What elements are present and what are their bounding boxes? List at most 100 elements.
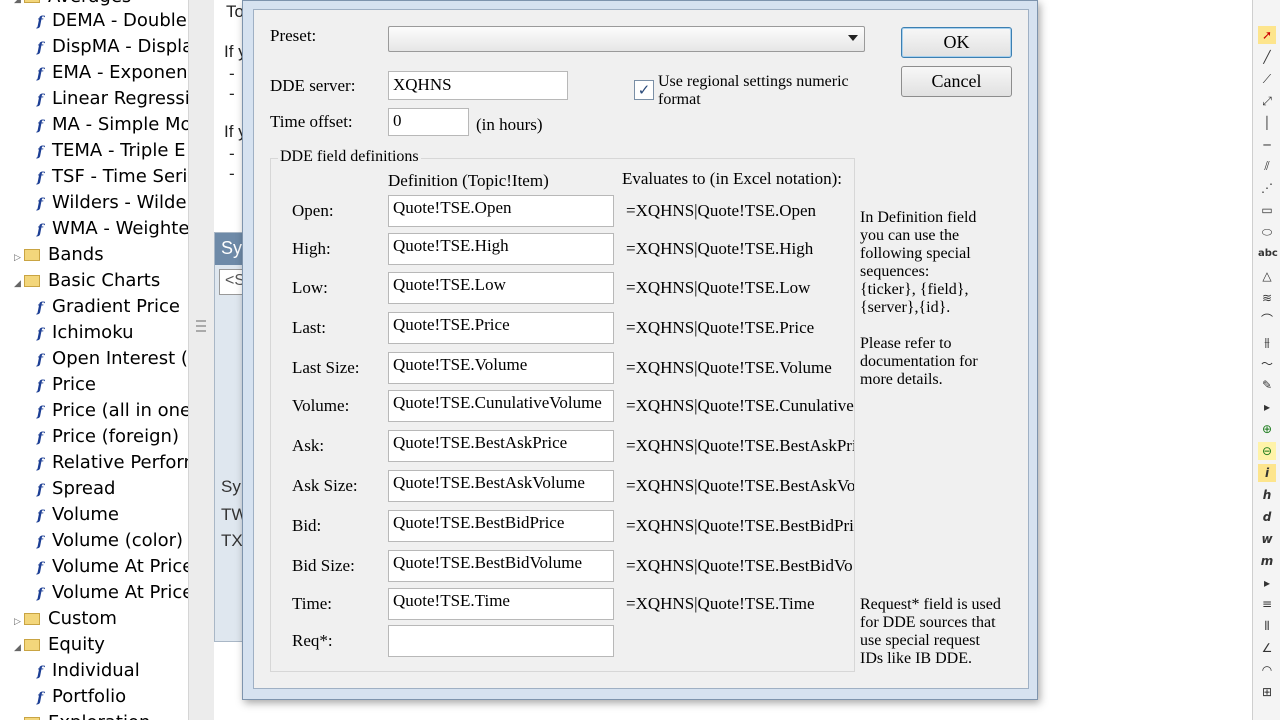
tree-item-label: Open Interest (f	[52, 348, 188, 369]
vertical-grid-icon[interactable]: ⦀	[1258, 617, 1276, 635]
tree-folder[interactable]: ◢ Basic Charts	[0, 268, 160, 294]
tree-item[interactable]: f MA - Simple Mo	[0, 112, 188, 138]
tree-item[interactable]: f Individual	[0, 658, 140, 684]
tree-item[interactable]: f Portfolio	[0, 684, 126, 710]
formula-icon: f	[37, 300, 44, 316]
zoom-in-icon[interactable]: ⊕	[1258, 420, 1276, 438]
tree-item[interactable]: f Volume	[0, 502, 119, 528]
table-icon[interactable]: ⊞	[1258, 683, 1276, 701]
tree-item[interactable]: f Volume At Price	[0, 580, 188, 606]
regional-settings-checkbox[interactable]: ✓	[634, 80, 654, 100]
tree-item[interactable]: f Relative Perforn	[0, 450, 188, 476]
more-icon[interactable]: ▸	[1258, 398, 1276, 416]
symbol-row[interactable]: TX	[221, 531, 243, 551]
definition-column-header: Definition (Topic!Item)	[388, 171, 549, 190]
preset-dropdown[interactable]	[388, 26, 865, 52]
tree-item[interactable]: f Volume At Price	[0, 554, 188, 580]
tree-item[interactable]: f Spread	[0, 476, 115, 502]
more-icon[interactable]: ▸	[1258, 574, 1276, 592]
evaluates-value: =XQHNS|Quote!TSE.Low	[626, 278, 811, 297]
zoom-out-icon[interactable]: ⊖	[1258, 442, 1276, 461]
definition-input[interactable]: Quote!TSE.Low	[388, 272, 614, 304]
tree-folder[interactable]: ▷ Custom	[0, 606, 117, 632]
weekly-icon[interactable]: w	[1258, 530, 1276, 548]
tree-item[interactable]: f Price (all in one	[0, 398, 188, 424]
field-label: Bid:	[292, 516, 322, 535]
definition-input[interactable]: Quote!TSE.Volume	[388, 352, 614, 384]
definition-input[interactable]: Quote!TSE.CunulativeVolume	[388, 390, 614, 422]
definition-input[interactable]: Quote!TSE.Time	[388, 588, 614, 620]
horizontal-grid-icon[interactable]: ≡	[1258, 595, 1276, 613]
monthly-icon[interactable]: m	[1258, 552, 1276, 570]
parallel-lines-icon[interactable]: ⫽	[1258, 157, 1276, 175]
vertical-line-icon[interactable]: │	[1258, 114, 1276, 132]
note-line: sequences:	[860, 263, 930, 280]
definition-input[interactable]: Quote!TSE.BestAskPrice	[388, 430, 614, 462]
note-line: Request* field is used	[860, 596, 1001, 613]
tree-item[interactable]: f DispMA - Displa	[0, 34, 188, 60]
info-icon[interactable]: i	[1258, 464, 1276, 482]
tree-folder[interactable]: ▷ Bands	[0, 242, 104, 268]
time-offset-unit: (in hours)	[476, 115, 543, 134]
daily-icon[interactable]: d	[1258, 508, 1276, 526]
cancel-button[interactable]: Cancel	[901, 66, 1012, 97]
time-offset-input[interactable]: 0	[388, 108, 469, 136]
definition-input[interactable]: Quote!TSE.High	[388, 233, 614, 265]
tree-item-label: Volume (color)	[52, 530, 184, 551]
extended-line-icon[interactable]: ⤢	[1258, 92, 1276, 110]
tree-item[interactable]: f Price	[0, 372, 96, 398]
field-label: Ask Size:	[292, 476, 358, 495]
definition-input[interactable]	[388, 625, 614, 657]
text-icon[interactable]: abc	[1258, 245, 1278, 263]
select-arrow-icon[interactable]: ➚	[1258, 26, 1276, 44]
tree-item[interactable]: f DEMA - Double	[0, 8, 187, 34]
tree-item[interactable]: f WMA - Weighte	[0, 216, 188, 242]
tree-item[interactable]: f TEMA - Triple E	[0, 138, 186, 164]
tree-item[interactable]: f TSF - Time Serie	[0, 164, 188, 190]
tree-item[interactable]: f EMA - Exponent	[0, 60, 188, 86]
tree-item[interactable]: f Ichimoku	[0, 320, 133, 346]
triangle-icon[interactable]: △	[1258, 267, 1276, 285]
tree-folder-label: Exploration	[48, 712, 150, 720]
tree-item-label: Price (all in one	[52, 400, 188, 421]
polyline-icon[interactable]: 〜	[1258, 355, 1276, 373]
tree-item[interactable]: f Volume (color)	[0, 528, 183, 554]
tree-item[interactable]: f Wilders - Wilde	[0, 190, 187, 216]
gann-fan-icon[interactable]: ≋	[1258, 289, 1276, 307]
fibonacci-fan-icon[interactable]: ⋰	[1258, 179, 1276, 197]
definition-input[interactable]: Quote!TSE.BestAskVolume	[388, 470, 614, 502]
dde-server-input[interactable]: XQHNS	[388, 71, 568, 100]
tree-item[interactable]: f Gradient Price	[0, 294, 180, 320]
definition-input[interactable]: Quote!TSE.BestBidVolume	[388, 550, 614, 582]
definition-input[interactable]: Quote!TSE.Price	[388, 312, 614, 344]
definition-input[interactable]: Quote!TSE.BestBidPrice	[388, 510, 614, 542]
arc-tool-icon[interactable]: ◠	[1258, 661, 1276, 679]
regional-settings-label[interactable]: Use regional settings numeric	[658, 73, 849, 91]
arc-icon[interactable]: ⌒	[1258, 311, 1276, 329]
folder-icon	[24, 639, 40, 651]
chevron-down-icon[interactable]: ◢	[14, 713, 24, 720]
ellipse-icon[interactable]: ⬭	[1258, 223, 1276, 241]
tree-folder[interactable]: ◢ Exploration	[0, 710, 150, 720]
definition-input[interactable]: Quote!TSE.Open	[388, 195, 614, 227]
formula-icon: f	[37, 170, 44, 186]
rectangle-icon[interactable]: ▭	[1258, 201, 1276, 219]
pencil-icon[interactable]: ✎	[1258, 376, 1276, 394]
regional-settings-label[interactable]: format	[658, 91, 701, 109]
tree-item[interactable]: f Linear Regressio	[0, 86, 188, 112]
cycle-lines-icon[interactable]: ⫵	[1258, 333, 1276, 351]
horizontal-line-icon[interactable]: ─	[1258, 136, 1276, 154]
tree-item[interactable]: f Open Interest (f	[0, 346, 188, 372]
ray-icon[interactable]: ⟋	[1258, 70, 1276, 88]
hourly-icon[interactable]: h	[1258, 486, 1276, 504]
tree-item-label: Volume At Price	[52, 556, 188, 577]
evaluates-value: =XQHNS|Quote!TSE.BestBidVo	[626, 556, 853, 575]
ok-button[interactable]: OK	[901, 27, 1012, 58]
tree-item[interactable]: f Price (foreign)	[0, 424, 179, 450]
tree-folder[interactable]: ◢ Equity	[0, 632, 105, 658]
angle-icon[interactable]: ∠	[1258, 639, 1276, 657]
line-icon[interactable]: ╱	[1258, 48, 1276, 66]
tree-splitter[interactable]	[188, 0, 214, 720]
symbol-row[interactable]: Sy	[221, 477, 241, 497]
evaluates-value: =XQHNS|Quote!TSE.BestBidPri	[626, 516, 854, 535]
